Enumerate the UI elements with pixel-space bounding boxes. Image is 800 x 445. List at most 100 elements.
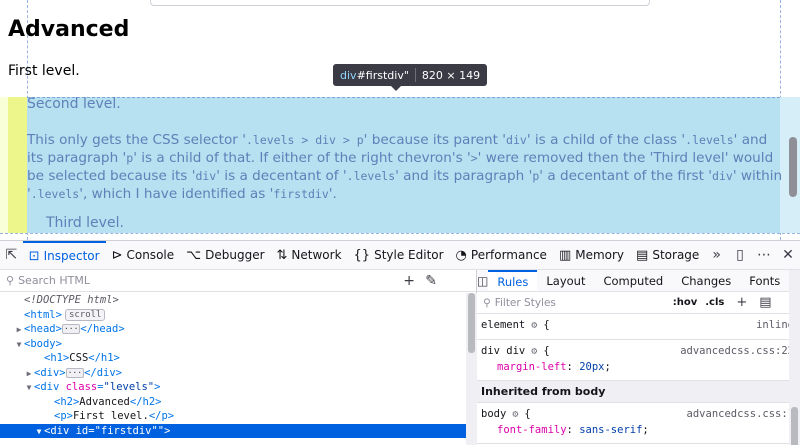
- infobar-separator: [414, 68, 416, 82]
- search-html-input[interactable]: [18, 274, 399, 287]
- search-html-bar: ⚲ + ✎: [0, 270, 476, 292]
- markup-node-content: <body>: [24, 337, 62, 350]
- tab-memory[interactable]: ▥ Memory: [553, 241, 630, 269]
- tab-debugger[interactable]: ⌥ Debugger: [180, 241, 270, 269]
- markup-node[interactable]: <h2>Advanced</h2>: [0, 395, 466, 410]
- responsive-mode-icon[interactable]: ▯: [728, 247, 752, 263]
- page-scrollbar-thumb[interactable]: [789, 137, 797, 197]
- markup-node[interactable]: ▶ <div> ··· </div>: [0, 366, 466, 381]
- debugger-icon: ⌥: [186, 247, 202, 263]
- guide-line: [0, 233, 800, 234]
- rule-selector-line: element ⚙ {: [481, 317, 794, 334]
- close-icon[interactable]: ✕: [776, 247, 800, 263]
- css-rule: div div ⚙ {advancedcss.css:22 margin-left…: [477, 340, 800, 381]
- markup-node[interactable]: <h1>CSS</h1>: [0, 351, 466, 366]
- inline-code: firstdiv: [273, 187, 329, 201]
- sidebar-tab-changes[interactable]: Changes: [672, 270, 740, 291]
- highlight-selector-icon[interactable]: ⚙: [525, 346, 543, 357]
- element-infobar: div #firstdiv" 820 × 149: [333, 64, 488, 91]
- sidebar-tab-layout[interactable]: Layout: [537, 270, 594, 291]
- tab-performance[interactable]: ◔ Performance: [450, 241, 553, 269]
- markup-node[interactable]: <!DOCTYPE html>: [0, 293, 466, 308]
- css-declaration[interactable]: font-family: sans-serif;: [481, 423, 794, 438]
- add-rule-icon[interactable]: +: [736, 295, 747, 310]
- markup-node[interactable]: ▼ <div class="levels">: [0, 380, 466, 395]
- inline-code: div: [712, 169, 733, 183]
- hov-button[interactable]: :hov: [673, 297, 698, 308]
- add-node-icon[interactable]: +: [398, 273, 420, 289]
- markup-node[interactable]: <html> scroll: [0, 308, 466, 323]
- url-bar[interactable]: [150, 0, 650, 6]
- colon: :: [566, 361, 580, 373]
- filter-styles-input[interactable]: [494, 296, 665, 309]
- tab-inspector[interactable]: ⊡ Inspector: [22, 241, 106, 269]
- rules-scrollbar[interactable]: [789, 270, 800, 445]
- paragraph-text: ' is a decentant of ': [216, 168, 347, 184]
- sidebar-tab-fonts[interactable]: Fonts: [740, 270, 789, 291]
- overflow-chevron-icon[interactable]: »: [705, 241, 728, 269]
- paragraph-text: ' because its parent ': [363, 132, 507, 148]
- markup-node[interactable]: ▼ <div id="firstdiv"">: [0, 423, 466, 440]
- sidebar-tab-rules[interactable]: Rules: [488, 270, 538, 291]
- toggle-layout-icon[interactable]: ◫: [477, 270, 488, 291]
- inline-code: .levels: [346, 169, 396, 183]
- markup-node-content: <p>First level.</p>: [54, 410, 175, 422]
- infobar-id: #firstdiv": [356, 68, 409, 82]
- markup-node[interactable]: ▶ <head> ··· </head>: [0, 322, 466, 337]
- infobar-dimensions: 820 × 149: [421, 68, 481, 82]
- property-value[interactable]: sans-serif: [579, 424, 642, 436]
- semicolon: ;: [642, 424, 649, 436]
- second-level-text: Second level.: [27, 96, 121, 112]
- tab-network[interactable]: ⇅ Network: [271, 241, 348, 269]
- tab-console[interactable]: ⊳ Console: [106, 241, 181, 269]
- filter-icon: ⚲: [483, 296, 491, 309]
- scrollbar-thumb[interactable]: [468, 293, 475, 353]
- cls-button[interactable]: .cls: [705, 297, 724, 308]
- page-viewport: Advanced First level. Second level. This…: [0, 0, 800, 240]
- expand-arrow-icon[interactable]: ▶: [24, 367, 34, 382]
- eyedropper-icon[interactable]: ✎: [420, 273, 442, 289]
- property-value[interactable]: 20px: [579, 361, 604, 373]
- paragraph-text: This only gets the CSS selector ': [27, 132, 246, 148]
- property-name[interactable]: font-family: [497, 424, 567, 436]
- highlight-selector-icon[interactable]: ⚙: [506, 409, 524, 420]
- tab-label: Memory: [575, 248, 625, 262]
- style-editor-icon: {}: [353, 247, 371, 263]
- tab-style-editor[interactable]: {} Style Editor: [348, 241, 450, 269]
- explanation-paragraph: This only gets the CSS selector ' .levels…: [27, 131, 783, 203]
- property-name[interactable]: margin-left: [497, 361, 567, 373]
- margin-overlay: [0, 97, 8, 233]
- inline-code: >: [470, 151, 478, 165]
- page-heading: Advanced: [8, 17, 130, 42]
- open-brace: {: [543, 319, 550, 331]
- scrollbar-thumb[interactable]: [791, 407, 798, 445]
- tab-storage[interactable]: ▤ Storage: [630, 241, 705, 269]
- rule-source-link[interactable]: advancedcss.css:22: [680, 343, 794, 360]
- rule-selector[interactable]: div div: [481, 345, 525, 357]
- sidebar-tab-computed[interactable]: Computed: [594, 270, 672, 291]
- markup-node-content: <div class="levels">: [34, 381, 161, 393]
- markup-scrollbar[interactable]: [466, 293, 477, 445]
- expand-arrow-icon[interactable]: ▶: [14, 323, 24, 338]
- markup-node[interactable]: <p>First level.</p>: [0, 409, 466, 424]
- pick-element-icon[interactable]: ⇱: [0, 241, 23, 269]
- markup-node-content: <div> ··· </div>: [34, 366, 122, 379]
- markup-node-content: <h2>Advanced</h2>: [54, 395, 162, 408]
- rule-selector[interactable]: body: [481, 408, 506, 420]
- open-brace: {: [524, 408, 531, 420]
- sidebar-tabs: ◫ RulesLayoutComputedChangesFonts ▾: [477, 270, 800, 292]
- collapse-arrow-icon[interactable]: ▼: [14, 338, 24, 353]
- inline-code: .levels: [685, 133, 734, 147]
- devtools-toolbar: ⇱ ⊡ Inspector ⊳ Console ⌥ Debugger ⇅ Network{} S…: [0, 240, 800, 270]
- css-declaration[interactable]: margin-left: 20px;: [481, 360, 794, 375]
- rule-source-link[interactable]: advancedcss.css:1: [687, 406, 794, 423]
- search-icon: ⚲: [6, 274, 15, 287]
- markup-node[interactable]: ▼ <body>: [0, 337, 466, 352]
- collapse-arrow-icon[interactable]: ▼: [24, 381, 34, 396]
- collapse-arrow-icon[interactable]: ▼: [34, 425, 44, 440]
- markup-tree: <!DOCTYPE html> <html> scroll ▶ <head> ··· </h…: [0, 293, 466, 438]
- rule-selector[interactable]: element: [481, 319, 525, 331]
- print-media-icon[interactable]: ▤: [759, 295, 771, 310]
- more-options-icon[interactable]: ⋯: [752, 247, 776, 263]
- highlight-selector-icon[interactable]: ⚙: [525, 320, 543, 331]
